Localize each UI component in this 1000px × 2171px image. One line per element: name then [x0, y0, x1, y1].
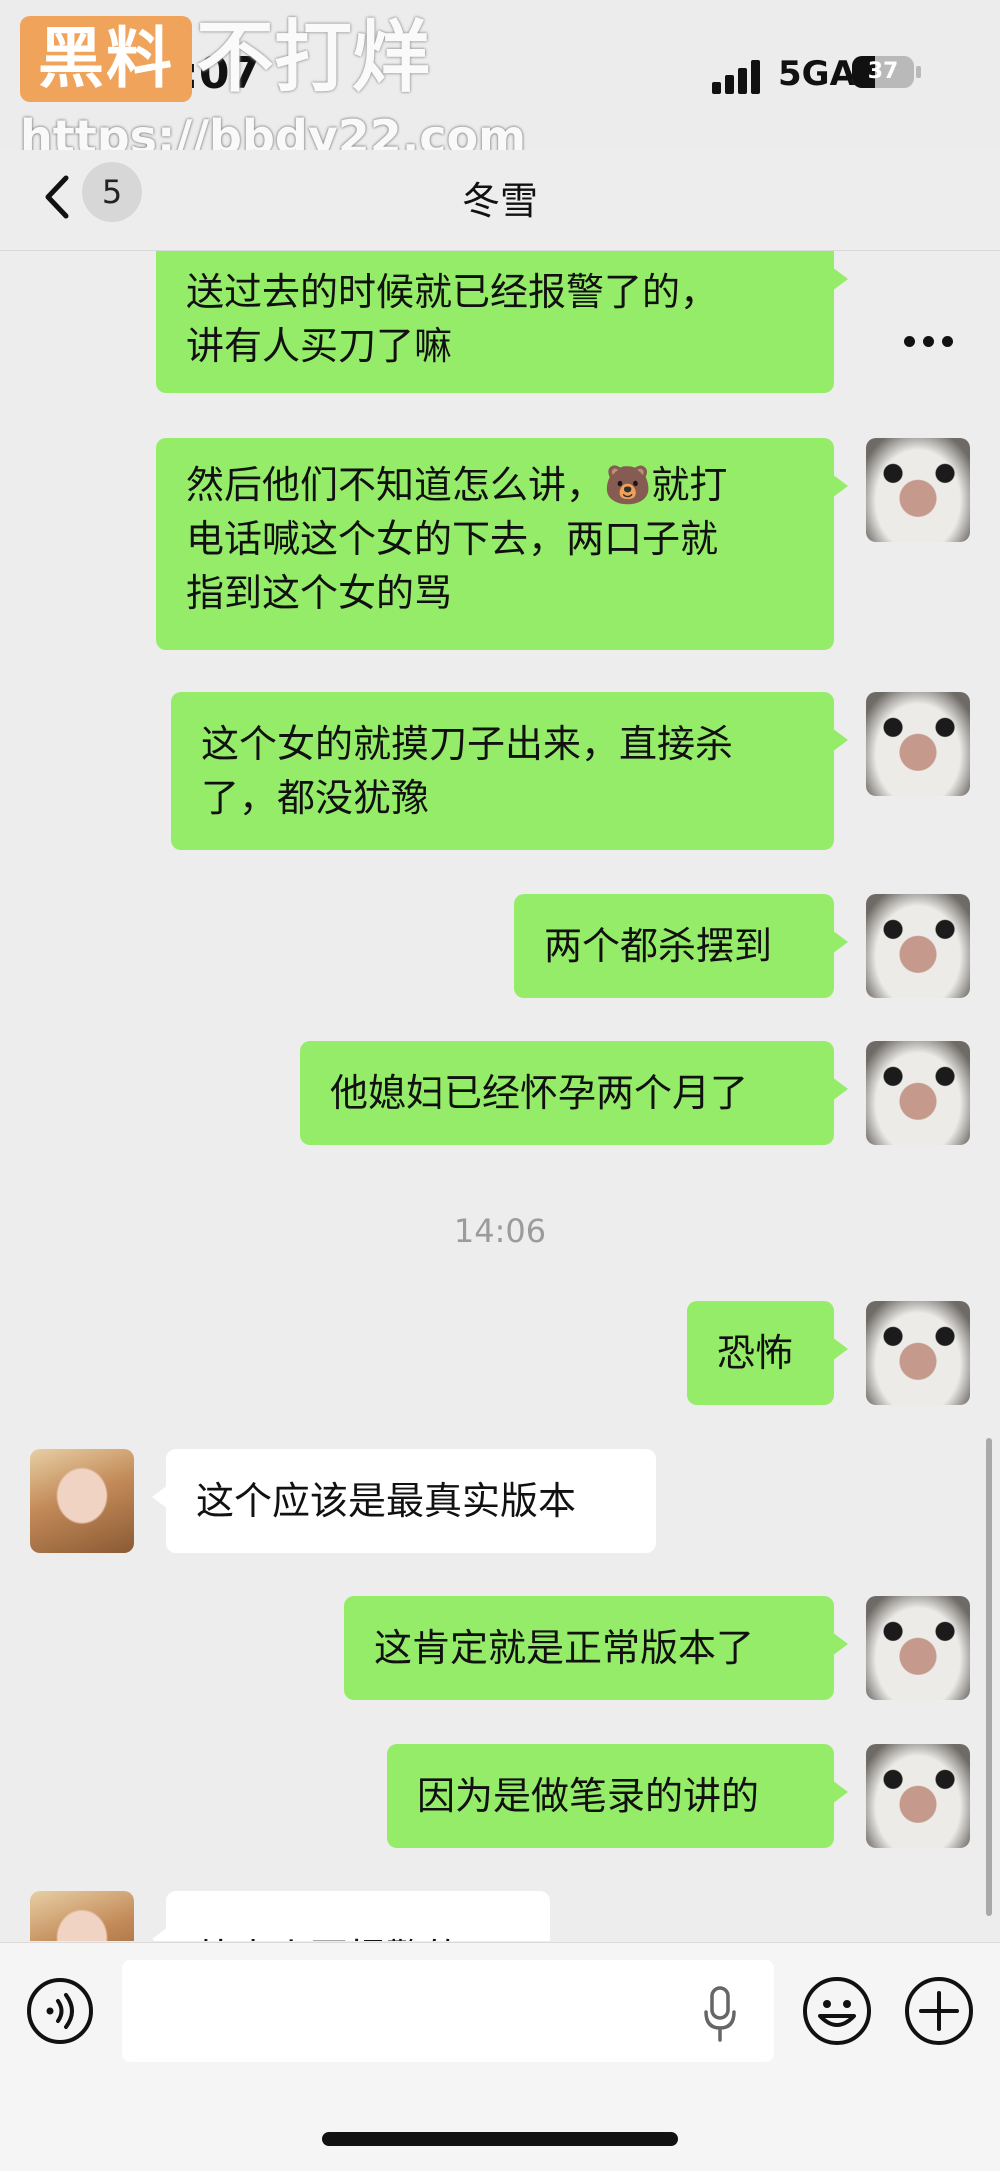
my-avatar[interactable]: [866, 1596, 970, 1700]
message-bubble[interactable]: 这肯定就是正常版本了: [344, 1596, 848, 1700]
message-bubble[interactable]: 送过去的时候就已经报警了的， 讲有人买刀了嘛: [156, 251, 848, 393]
network-type: 5GA: [778, 54, 856, 94]
message-line: 指到这个女的骂: [186, 571, 453, 615]
signal-icon: [712, 60, 764, 94]
message-line: 电话喊这个女的下去，两口子就: [186, 517, 719, 561]
message-line: 两个都杀摆到: [544, 924, 773, 968]
message-line: 恐怖: [717, 1331, 794, 1375]
message-line: 这肯定就是正常版本了: [374, 1626, 755, 1670]
battery-level: 37: [867, 59, 899, 84]
message-line: 外卖小哥报警的?: [196, 1931, 520, 1941]
my-avatar[interactable]: [866, 438, 970, 542]
home-indicator[interactable]: [322, 2132, 678, 2146]
scrollbar[interactable]: [986, 1438, 992, 1916]
message-line: 送过去的时候就已经报警了的，: [186, 270, 719, 314]
battery-tip: [916, 66, 921, 78]
my-avatar[interactable]: [866, 1301, 970, 1405]
message-bubble[interactable]: 因为是做笔录的讲的: [387, 1744, 848, 1848]
message-line: 讲有人买刀了嘛: [186, 324, 453, 368]
message-list[interactable]: 送过去的时候就已经报警了的， 讲有人买刀了嘛 然后他们不知道怎么讲，🐻就打 电话…: [0, 251, 1000, 1941]
message-bubble[interactable]: 他媳妇已经怀孕两个月了: [300, 1041, 848, 1145]
message-bubble[interactable]: 这个应该是最真实版本: [152, 1449, 656, 1553]
message-bubble[interactable]: 外卖小哥报警的?: [152, 1891, 550, 1941]
emoji-icon[interactable]: [802, 1976, 872, 2046]
my-avatar[interactable]: [866, 1744, 970, 1848]
status-bar: 14:07 5GA 37 黑料 不打烊 https://bbdy22.com: [0, 0, 1000, 162]
message-bubble[interactable]: 恐怖: [687, 1301, 848, 1405]
message-line: 然后他们不知道怎么讲，🐻就打: [186, 463, 728, 507]
contact-avatar[interactable]: [30, 1449, 134, 1553]
message-line: 了，都没犹豫: [201, 776, 430, 820]
message-bubble[interactable]: 然后他们不知道怎么讲，🐻就打 电话喊这个女的下去，两口子就 指到这个女的骂: [156, 438, 848, 650]
message-line: 这个女的就摸刀子出来，直接杀: [201, 722, 734, 766]
message-line: 这个应该是最真实版本: [196, 1479, 577, 1523]
chat-title: 冬雪: [461, 179, 538, 223]
contact-avatar[interactable]: [30, 1891, 134, 1941]
message-timestamp: 14:06: [453, 1212, 547, 1250]
message-bubble[interactable]: 这个女的就摸刀子出来，直接杀 了，都没犹豫: [171, 692, 848, 850]
microphone-icon[interactable]: [700, 1984, 740, 2044]
message-line: 因为是做笔录的讲的: [417, 1774, 760, 1818]
voice-input-icon[interactable]: [26, 1977, 94, 2045]
add-attachment-icon[interactable]: [904, 1976, 974, 2046]
watermark-logo: 黑料: [20, 16, 192, 102]
my-avatar[interactable]: [866, 692, 970, 796]
my-avatar[interactable]: [866, 1041, 970, 1145]
message-input[interactable]: [122, 1960, 774, 2062]
battery-icon: 37: [852, 56, 914, 88]
my-avatar[interactable]: [866, 894, 970, 998]
watermark-slogan: 不打烊: [196, 13, 431, 103]
message-line: 他媳妇已经怀孕两个月了: [330, 1071, 749, 1115]
message-bubble[interactable]: 两个都杀摆到: [514, 894, 848, 998]
